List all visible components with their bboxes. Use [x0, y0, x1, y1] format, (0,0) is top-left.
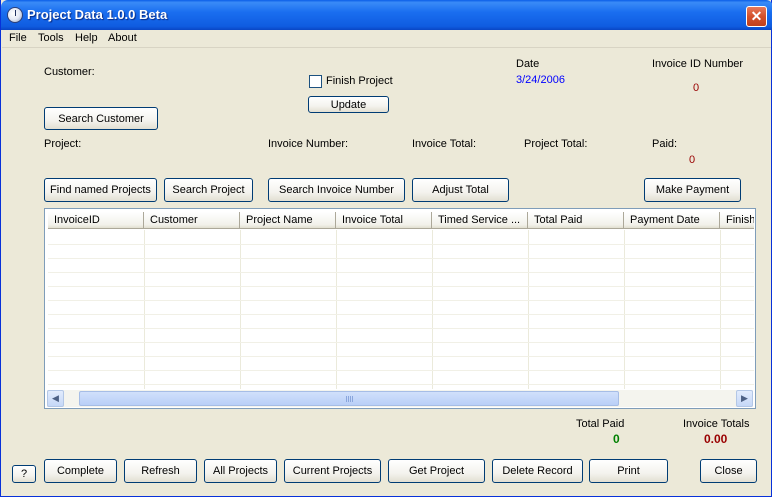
grid-row-line — [48, 244, 754, 245]
invoice-totals-value: 0.00 — [704, 432, 728, 446]
column-finish[interactable]: Finish — [720, 212, 754, 229]
invoice-total-label: Invoice Total: — [412, 138, 477, 150]
all-projects-button[interactable]: All Projects — [204, 459, 277, 483]
total-paid-label: Total Paid — [576, 418, 625, 430]
grid-column-line — [144, 230, 145, 389]
menu-tools[interactable]: Tools — [38, 32, 64, 44]
menu-help[interactable]: Help — [75, 32, 98, 44]
window-close-button[interactable]: ✕ — [746, 6, 767, 27]
refresh-button[interactable]: Refresh — [124, 459, 197, 483]
project-total-label: Project Total: — [524, 138, 588, 150]
adjust-total-button[interactable]: Adjust Total — [412, 178, 509, 202]
search-project-button[interactable]: Search Project — [164, 178, 253, 202]
help-button[interactable]: ? — [12, 465, 36, 483]
clock-icon[interactable] — [7, 7, 23, 23]
complete-button[interactable]: Complete — [44, 459, 117, 483]
close-button[interactable]: Close — [700, 459, 757, 483]
invoice-id-value: 0 — [693, 82, 700, 94]
project-label: Project: — [44, 138, 82, 150]
grid-row-line — [48, 356, 754, 357]
grid-row-line — [48, 258, 754, 259]
grid-row-line — [48, 272, 754, 273]
paid-value: 0 — [689, 154, 696, 166]
invoice-id-label: Invoice ID Number — [652, 58, 744, 70]
grid-column-line — [240, 230, 241, 389]
paid-label: Paid: — [652, 138, 678, 150]
menu-bar: File Tools Help About — [2, 30, 771, 48]
current-projects-button[interactable]: Current Projects — [284, 459, 381, 483]
column-invoiceid[interactable]: InvoiceID — [48, 212, 144, 229]
scroll-right-icon[interactable]: ▶ — [736, 390, 753, 407]
finish-project-checkbox[interactable] — [309, 75, 322, 88]
column-timed-service[interactable]: Timed Service ... — [432, 212, 528, 229]
menu-about[interactable]: About — [108, 32, 137, 44]
column-payment-date[interactable]: Payment Date — [624, 212, 720, 229]
grip-icon — [346, 396, 354, 402]
column-project-name[interactable]: Project Name — [240, 212, 336, 229]
print-button[interactable]: Print — [589, 459, 668, 483]
get-project-button[interactable]: Get Project — [388, 459, 485, 483]
grid-column-line — [624, 230, 625, 389]
grid-column-line — [432, 230, 433, 389]
delete-record-button[interactable]: Delete Record — [492, 459, 583, 483]
date-value: 3/24/2006 — [516, 74, 565, 86]
grid-body[interactable] — [48, 230, 754, 389]
column-invoice-total[interactable]: Invoice Total — [336, 212, 432, 229]
grid-row-line — [48, 300, 754, 301]
search-customer-button[interactable]: Search Customer — [44, 107, 158, 130]
update-button[interactable]: Update — [308, 96, 389, 113]
grid-row-line — [48, 342, 754, 343]
customer-label: Customer: — [44, 66, 95, 78]
grid-row-line — [48, 286, 754, 287]
grid-row-line — [48, 384, 754, 385]
invoice-totals-label: Invoice Totals — [683, 418, 750, 430]
invoice-grid[interactable]: InvoiceID Customer Project Name Invoice … — [44, 208, 756, 409]
grid-row-line — [48, 328, 754, 329]
grid-header: InvoiceID Customer Project Name Invoice … — [48, 212, 754, 229]
make-payment-button[interactable]: Make Payment — [644, 178, 741, 202]
scroll-thumb[interactable] — [79, 391, 619, 406]
column-customer[interactable]: Customer — [144, 212, 240, 229]
horizontal-scrollbar[interactable]: ◀ ▶ — [47, 390, 753, 407]
invoice-number-label: Invoice Number: — [268, 138, 349, 150]
window-title: Project Data 1.0.0 Beta — [27, 7, 168, 22]
grid-column-line — [336, 230, 337, 389]
scroll-left-icon[interactable]: ◀ — [47, 390, 64, 407]
grid-row-line — [48, 370, 754, 371]
main-window: Project Data 1.0.0 Beta ✕ File Tools Hel… — [0, 0, 772, 497]
total-paid-value: 0 — [613, 432, 620, 446]
menu-file[interactable]: File — [9, 32, 27, 44]
column-total-paid[interactable]: Total Paid — [528, 212, 624, 229]
grid-row-line — [48, 314, 754, 315]
grid-column-line — [720, 230, 721, 389]
finish-project-label: Finish Project — [326, 75, 393, 87]
search-invoice-number-button[interactable]: Search Invoice Number — [268, 178, 405, 202]
date-label: Date — [516, 58, 540, 70]
title-bar[interactable]: Project Data 1.0.0 Beta ✕ — [1, 0, 772, 30]
find-named-projects-button[interactable]: Find named Projects — [44, 178, 157, 202]
grid-column-line — [528, 230, 529, 389]
